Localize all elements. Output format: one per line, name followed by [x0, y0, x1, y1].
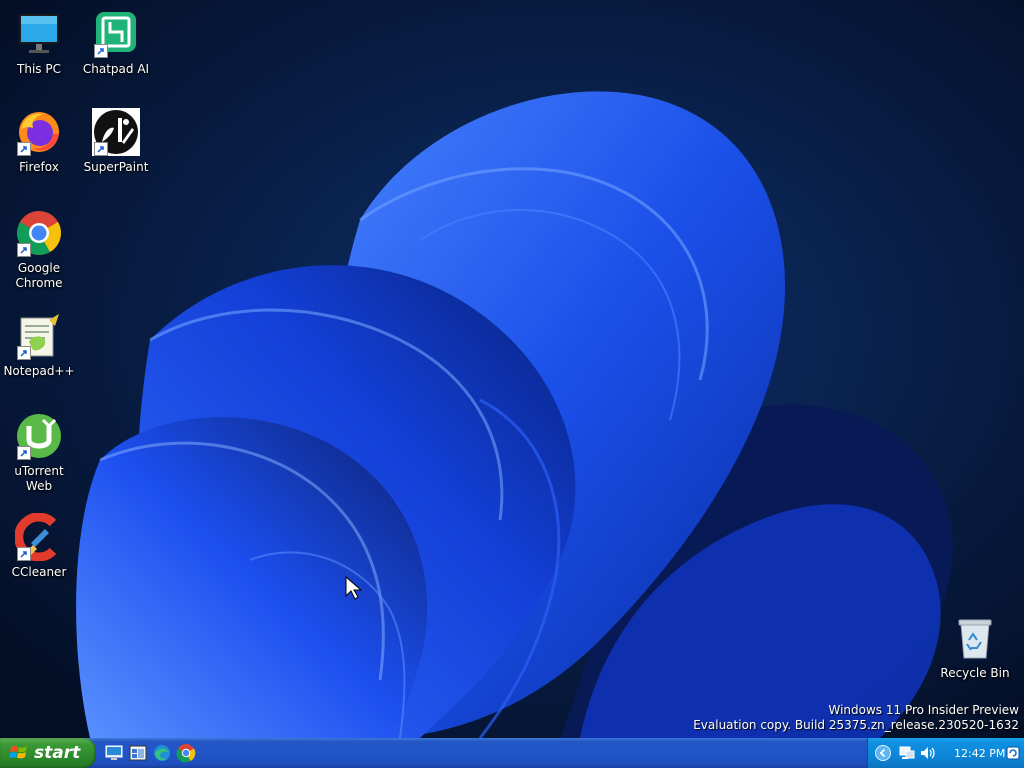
watermark-line-2: Evaluation copy. Build 25375.zn_release.… [693, 718, 1019, 732]
shortcut-arrow-icon [94, 44, 108, 58]
desktop-icon-label: Notepad++ [3, 364, 75, 378]
shortcut-arrow-icon [17, 142, 31, 156]
desktop-icon-superpaint[interactable]: SuperPaint [77, 108, 155, 175]
desktop-icon-label: uTorrent Web [14, 464, 64, 493]
recycle-bin-icon [951, 614, 999, 662]
ccleaner-icon [15, 513, 63, 561]
utorrent-icon [15, 412, 63, 460]
desktop-icon-notepadpp[interactable]: Notepad++ [0, 312, 78, 379]
edge-icon[interactable] [152, 743, 172, 763]
shortcut-arrow-icon [17, 547, 31, 561]
start-button[interactable]: start [0, 738, 96, 768]
network-icon[interactable] [898, 744, 916, 762]
show-desktop-button[interactable] [1002, 738, 1024, 768]
shortcut-arrow-icon [17, 243, 31, 257]
desktop-icon-label: SuperPaint [83, 160, 149, 174]
desktop-icon-chatpad-ai[interactable]: Chatpad AI [77, 10, 155, 77]
superpaint-icon [92, 108, 140, 156]
desktop-icon-utorrent-web[interactable]: uTorrent Web [0, 412, 78, 494]
shortcut-arrow-icon [17, 446, 31, 460]
desktop-icon-label: This PC [17, 62, 61, 76]
monitor-icon [15, 10, 63, 58]
chatpad-ai-icon [92, 10, 140, 58]
notification-icon [1006, 746, 1020, 760]
volume-icon[interactable] [918, 744, 936, 762]
desktop-icon-this-pc[interactable]: This PC [0, 10, 78, 77]
clock[interactable]: 12:42 PM [954, 747, 1005, 760]
chrome-icon [15, 209, 63, 257]
build-watermark: Windows 11 Pro Insider Preview Evaluatio… [693, 703, 1019, 733]
quick-launch-bar [104, 743, 196, 763]
chrome-icon[interactable] [176, 743, 196, 763]
desktop-icon-recycle-bin[interactable]: Recycle Bin [936, 614, 1014, 681]
windows-flag-icon [9, 743, 29, 763]
taskbar: start 12:42 PM [0, 738, 1024, 768]
system-tray: 12:42 PM [867, 738, 1024, 768]
desktop-icon-google-chrome[interactable]: Google Chrome [0, 209, 78, 291]
desktop-icon-firefox[interactable]: Firefox [0, 108, 78, 175]
desktop-icon-label: Recycle Bin [940, 666, 1010, 680]
desktop-icon-label: CCleaner [11, 565, 67, 579]
window-switcher-icon[interactable] [128, 743, 148, 763]
chevron-left-icon[interactable] [874, 744, 892, 762]
desktop[interactable]: This PC Chatpad AI Firefox SuperPaint Go… [0, 0, 1024, 738]
notepadpp-icon [15, 312, 63, 360]
shortcut-arrow-icon [17, 346, 31, 360]
watermark-line-1: Windows 11 Pro Insider Preview [828, 703, 1019, 717]
desktop-icon-label: Google Chrome [15, 261, 63, 290]
shortcut-arrow-icon [94, 142, 108, 156]
desktop-icon-label: Firefox [19, 160, 59, 174]
start-label: start [34, 743, 81, 763]
show-desktop-icon[interactable] [104, 743, 124, 763]
firefox-icon [15, 108, 63, 156]
desktop-icon-label: Chatpad AI [82, 62, 150, 76]
desktop-icon-ccleaner[interactable]: CCleaner [0, 513, 78, 580]
